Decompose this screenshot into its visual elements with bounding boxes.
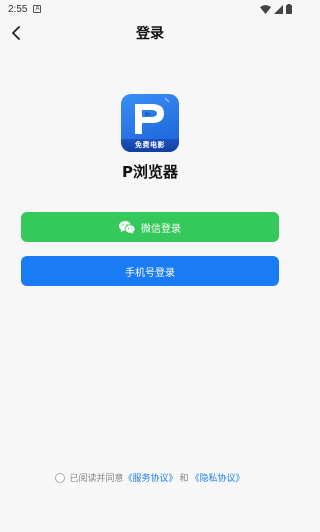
service-agreement-link[interactable]: 《服务协议》 [123,471,177,484]
status-bar: 2:55 A [0,0,300,18]
page-title: 登录 [136,26,164,42]
app-logo-label: 免费电影 [121,139,179,152]
battery-icon [286,4,292,14]
chevron-left-icon [12,26,20,40]
agreement-prefix: 已阅读并同意 [69,474,124,484]
status-time: 2:55 [8,3,28,15]
agreement-row: 已阅读并同意 《服务协议》 和 《隐私协议》 [0,471,300,484]
app-name: P浏览器 [122,163,178,181]
back-button[interactable] [4,20,28,46]
phone-login-label: 手机号登录 [125,267,175,279]
navigation-bar: 登录 [0,18,300,48]
app-logo: 免费电影 [121,94,179,152]
agreement-checkbox[interactable] [55,472,66,483]
privacy-agreement-link[interactable]: 《隐私协议》 [191,471,245,484]
wechat-login-label: 微信登录 [141,223,181,235]
wifi-icon [260,4,271,14]
app-logo-p-icon [135,97,170,134]
phone-login-button[interactable]: 手机号登录 [21,256,279,286]
wechat-icon [119,220,135,234]
agreement-conjunction: 和 [179,474,189,484]
signal-icon [274,4,283,14]
notification-icon: A [33,5,42,13]
wechat-login-button[interactable]: 微信登录 [21,212,279,242]
status-icons [260,4,292,14]
